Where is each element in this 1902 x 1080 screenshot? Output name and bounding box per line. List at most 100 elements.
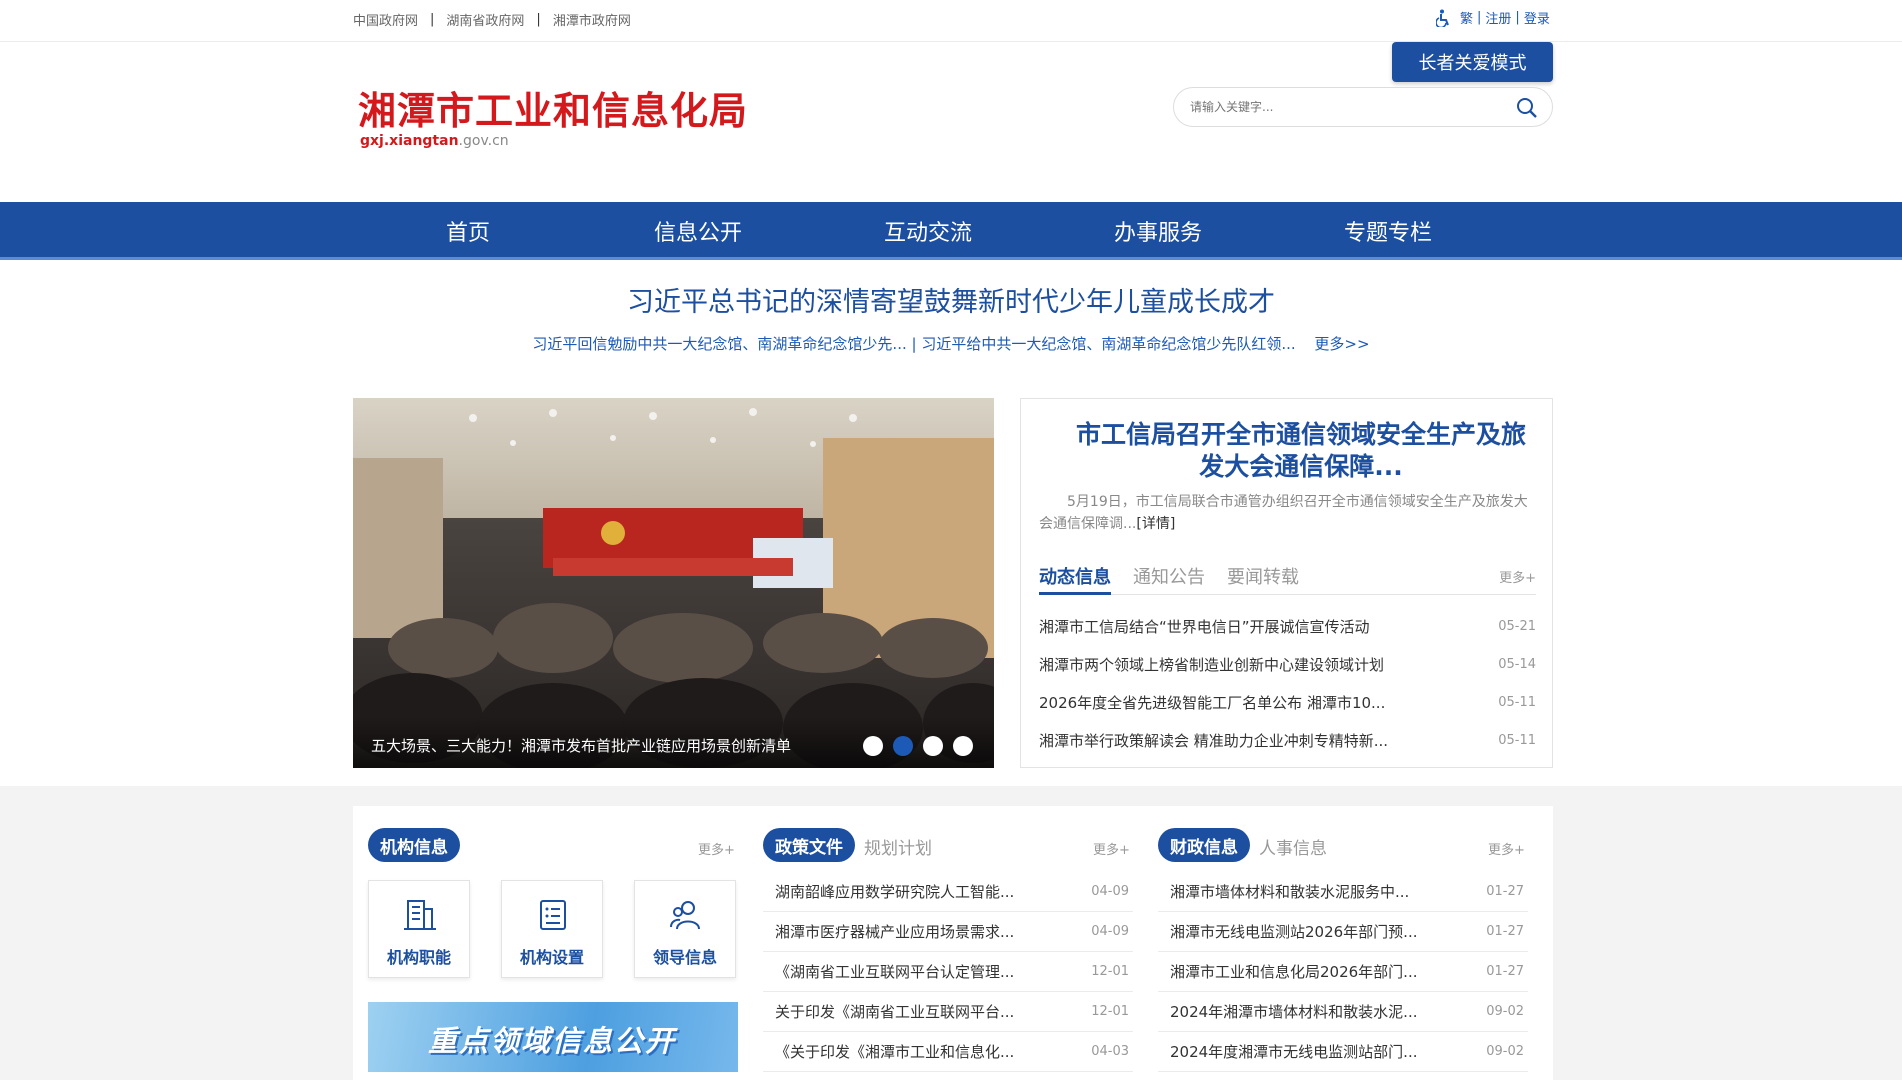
slider-dot[interactable] bbox=[923, 736, 943, 756]
headline-title[interactable]: 习近平总书记的深情寄望鼓舞新时代少年儿童成长成才 bbox=[0, 280, 1902, 319]
finance-list: 湘潭市墙体材料和散装水泥服务中... 01-27 湘潭市无线电监测站2026年部门… bbox=[1158, 872, 1528, 1072]
nav-info-disclosure[interactable]: 信息公开 bbox=[583, 202, 813, 260]
list-item[interactable]: 湘潭市医疗器械产业应用场景需求... 04-09 bbox=[763, 912, 1133, 952]
policy-item-title[interactable]: 《关于印发《湘潭市工业和信息化... bbox=[775, 1041, 1014, 1062]
top-bar: 中国政府网 | 湖南省政府网 | 湘潭市政府网 繁 | 注册 | 登录 bbox=[0, 0, 1902, 42]
policy-more-link[interactable]: 更多+ bbox=[1093, 839, 1130, 858]
link-hunan-gov[interactable]: 湖南省政府网 bbox=[446, 10, 524, 29]
featured-news-title[interactable]: 市工信局召开全市通信领域安全生产及旅发大会通信保障... bbox=[1066, 419, 1536, 483]
news-more-link[interactable]: 更多+ bbox=[1499, 567, 1536, 586]
news-list: 湘潭市工信局结合“世界电信日”开展诚信宣传活动 05-21 湘潭市两个领域上榜省制… bbox=[1039, 607, 1536, 759]
org-more-link[interactable]: 更多+ bbox=[698, 839, 735, 858]
news-item-title[interactable]: 湘潭市工信局结合“世界电信日”开展诚信宣传活动 bbox=[1039, 616, 1370, 637]
search-icon[interactable] bbox=[1516, 97, 1538, 119]
site-title[interactable]: 湘潭市工业和信息化局 bbox=[358, 80, 748, 135]
accessibility-icon[interactable] bbox=[1436, 9, 1452, 27]
separator: | bbox=[1515, 10, 1520, 25]
list-item[interactable]: 湘潭市两个领域上榜省制造业创新中心建设领域计划 05-14 bbox=[1039, 645, 1536, 683]
slider-caption[interactable]: 五大场景、三大能力！湘潭市发布首批产业链应用场景创新清单 bbox=[371, 735, 791, 756]
photo-slider[interactable]: 五大场景、三大能力！湘潭市发布首批产业链应用场景创新清单 bbox=[353, 398, 994, 768]
list-item[interactable]: 湘潭市无线电监测站2026年部门预... 01-27 bbox=[1158, 912, 1528, 952]
personnel-tab[interactable]: 人事信息 bbox=[1259, 834, 1327, 859]
domain-bold: gxj.xiangtan bbox=[360, 133, 459, 149]
banner-text: 重点领域信息公开 bbox=[428, 1024, 677, 1058]
finance-item-date: 01-27 bbox=[1486, 964, 1524, 979]
finance-item-date: 01-27 bbox=[1486, 924, 1524, 939]
meeting-photo bbox=[353, 398, 994, 768]
slider-dot-active[interactable] bbox=[893, 736, 913, 756]
tab-reposts[interactable]: 要闻转载 bbox=[1227, 563, 1299, 595]
search-input[interactable] bbox=[1190, 96, 1500, 118]
org-info-title[interactable]: 机构信息 bbox=[368, 828, 460, 862]
finance-item-title[interactable]: 湘潭市工业和信息化局2026年部门... bbox=[1170, 961, 1417, 982]
headline-sub: 习近平回信勉励中共一大纪念馆、南湖革命纪念馆少先... | 习近平给中共一大纪念… bbox=[0, 333, 1902, 354]
tab-notices[interactable]: 通知公告 bbox=[1133, 563, 1205, 595]
policy-item-title[interactable]: 湘潭市医疗器械产业应用场景需求... bbox=[775, 921, 1014, 942]
nav-home[interactable]: 首页 bbox=[353, 202, 583, 260]
separator: | bbox=[430, 12, 435, 27]
finance-info-tab[interactable]: 财政信息 bbox=[1158, 828, 1250, 862]
finance-item-date: 09-02 bbox=[1486, 1044, 1524, 1059]
featured-news-summary: 5月19日，市工信局联合市通管办组织召开全市通信领域安全生产及旅发大会通信保障调… bbox=[1039, 491, 1539, 535]
register-link[interactable]: 注册 bbox=[1485, 8, 1511, 27]
policy-docs-tab[interactable]: 政策文件 bbox=[763, 828, 855, 862]
login-link[interactable]: 登录 bbox=[1524, 8, 1550, 27]
traditional-chinese-link[interactable]: 繁 bbox=[1460, 8, 1473, 27]
headline-sub-links[interactable]: 习近平回信勉励中共一大纪念馆、南湖革命纪念馆少先... | 习近平给中共一大纪念… bbox=[532, 335, 1295, 353]
org-functions-card[interactable]: 机构职能 bbox=[368, 880, 470, 978]
list-item[interactable]: 湖南韶峰应用数学研究院人工智能... 04-09 bbox=[763, 872, 1133, 912]
news-panel: 市工信局召开全市通信领域安全生产及旅发大会通信保障... 5月19日，市工信局联… bbox=[1020, 398, 1553, 768]
headline-more-link[interactable]: 更多>> bbox=[1314, 335, 1369, 353]
list-item[interactable]: 2026年度全省先进级智能工厂名单公布 湘潭市10... 05-11 bbox=[1039, 683, 1536, 721]
policy-item-date: 12-01 bbox=[1091, 964, 1129, 979]
policy-item-date: 04-09 bbox=[1091, 924, 1129, 939]
link-xiangtan-gov[interactable]: 湘潭市政府网 bbox=[553, 10, 631, 29]
policy-item-title[interactable]: 《湖南省工业互联网平台认定管理... bbox=[775, 961, 1014, 982]
finance-item-title[interactable]: 湘潭市无线电监测站2026年部门预... bbox=[1170, 921, 1417, 942]
gov-links: 中国政府网 | 湖南省政府网 | 湘潭市政府网 bbox=[353, 10, 631, 29]
org-setup-label: 机构设置 bbox=[519, 948, 584, 967]
finance-item-title[interactable]: 湘潭市墙体材料和散装水泥服务中... bbox=[1170, 881, 1409, 902]
news-item-title[interactable]: 湘潭市举行政策解读会 精准助力企业冲刺专精特新... bbox=[1039, 730, 1388, 751]
site-domain: gxj.xiangtan.gov.cn bbox=[360, 133, 509, 149]
user-links: 繁 | 注册 | 登录 bbox=[1436, 8, 1550, 27]
domain-rest: .gov.cn bbox=[458, 133, 509, 149]
list-item[interactable]: 《关于印发《湘潭市工业和信息化... 04-03 bbox=[763, 1032, 1133, 1072]
org-functions-label: 机构职能 bbox=[386, 948, 451, 967]
news-item-date: 05-14 bbox=[1498, 656, 1536, 672]
list-item[interactable]: 湘潭市工信局结合“世界电信日”开展诚信宣传活动 05-21 bbox=[1039, 607, 1536, 645]
finance-more-link[interactable]: 更多+ bbox=[1488, 839, 1525, 858]
nav-topics[interactable]: 专题专栏 bbox=[1273, 202, 1503, 260]
list-item[interactable]: 湘潭市举行政策解读会 精准助力企业冲刺专精特新... 05-11 bbox=[1039, 721, 1536, 759]
planning-tab[interactable]: 规划计划 bbox=[864, 834, 932, 859]
news-item-title[interactable]: 湘潭市两个领域上榜省制造业创新中心建设领域计划 bbox=[1039, 654, 1384, 675]
list-item[interactable]: 关于印发《湖南省工业互联网平台... 12-01 bbox=[763, 992, 1133, 1032]
list-item[interactable]: 湘潭市墙体材料和散装水泥服务中... 01-27 bbox=[1158, 872, 1528, 912]
slider-dot[interactable] bbox=[953, 736, 973, 756]
policy-item-date: 04-03 bbox=[1091, 1044, 1129, 1059]
tab-dynamic-info[interactable]: 动态信息 bbox=[1039, 563, 1111, 595]
nav-services[interactable]: 办事服务 bbox=[1043, 202, 1273, 260]
list-item[interactable]: 2024年度湘潭市无线电监测站部门... 09-02 bbox=[1158, 1032, 1528, 1072]
link-china-gov[interactable]: 中国政府网 bbox=[353, 10, 418, 29]
org-setup-card[interactable]: 机构设置 bbox=[501, 880, 603, 978]
finance-item-title[interactable]: 2024年度湘潭市无线电监测站部门... bbox=[1170, 1041, 1417, 1062]
list-item[interactable]: 湘潭市工业和信息化局2026年部门... 01-27 bbox=[1158, 952, 1528, 992]
leader-info-label: 领导信息 bbox=[652, 948, 717, 967]
finance-item-date: 01-27 bbox=[1486, 884, 1524, 899]
policy-item-title[interactable]: 关于印发《湖南省工业互联网平台... bbox=[775, 1001, 1014, 1022]
news-item-title[interactable]: 2026年度全省先进级智能工厂名单公布 湘潭市10... bbox=[1039, 692, 1385, 713]
separator: | bbox=[1477, 10, 1482, 25]
news-item-date: 05-21 bbox=[1498, 618, 1536, 634]
slider-dot[interactable] bbox=[863, 736, 883, 756]
key-areas-banner[interactable]: 重点领域信息公开 bbox=[368, 1002, 738, 1072]
policy-item-title[interactable]: 湖南韶峰应用数学研究院人工智能... bbox=[775, 881, 1014, 902]
list-item[interactable]: 2024年湘潭市墙体材料和散装水泥... 09-02 bbox=[1158, 992, 1528, 1032]
nav-interaction[interactable]: 互动交流 bbox=[813, 202, 1043, 260]
elder-mode-button[interactable]: 长者关爱模式 bbox=[1392, 42, 1553, 82]
detail-link[interactable]: [详情] bbox=[1136, 516, 1175, 532]
news-item-date: 05-11 bbox=[1498, 694, 1536, 710]
finance-item-title[interactable]: 2024年湘潭市墙体材料和散装水泥... bbox=[1170, 1001, 1417, 1022]
leader-info-card[interactable]: 领导信息 bbox=[634, 880, 736, 978]
list-item[interactable]: 《湖南省工业互联网平台认定管理... 12-01 bbox=[763, 952, 1133, 992]
